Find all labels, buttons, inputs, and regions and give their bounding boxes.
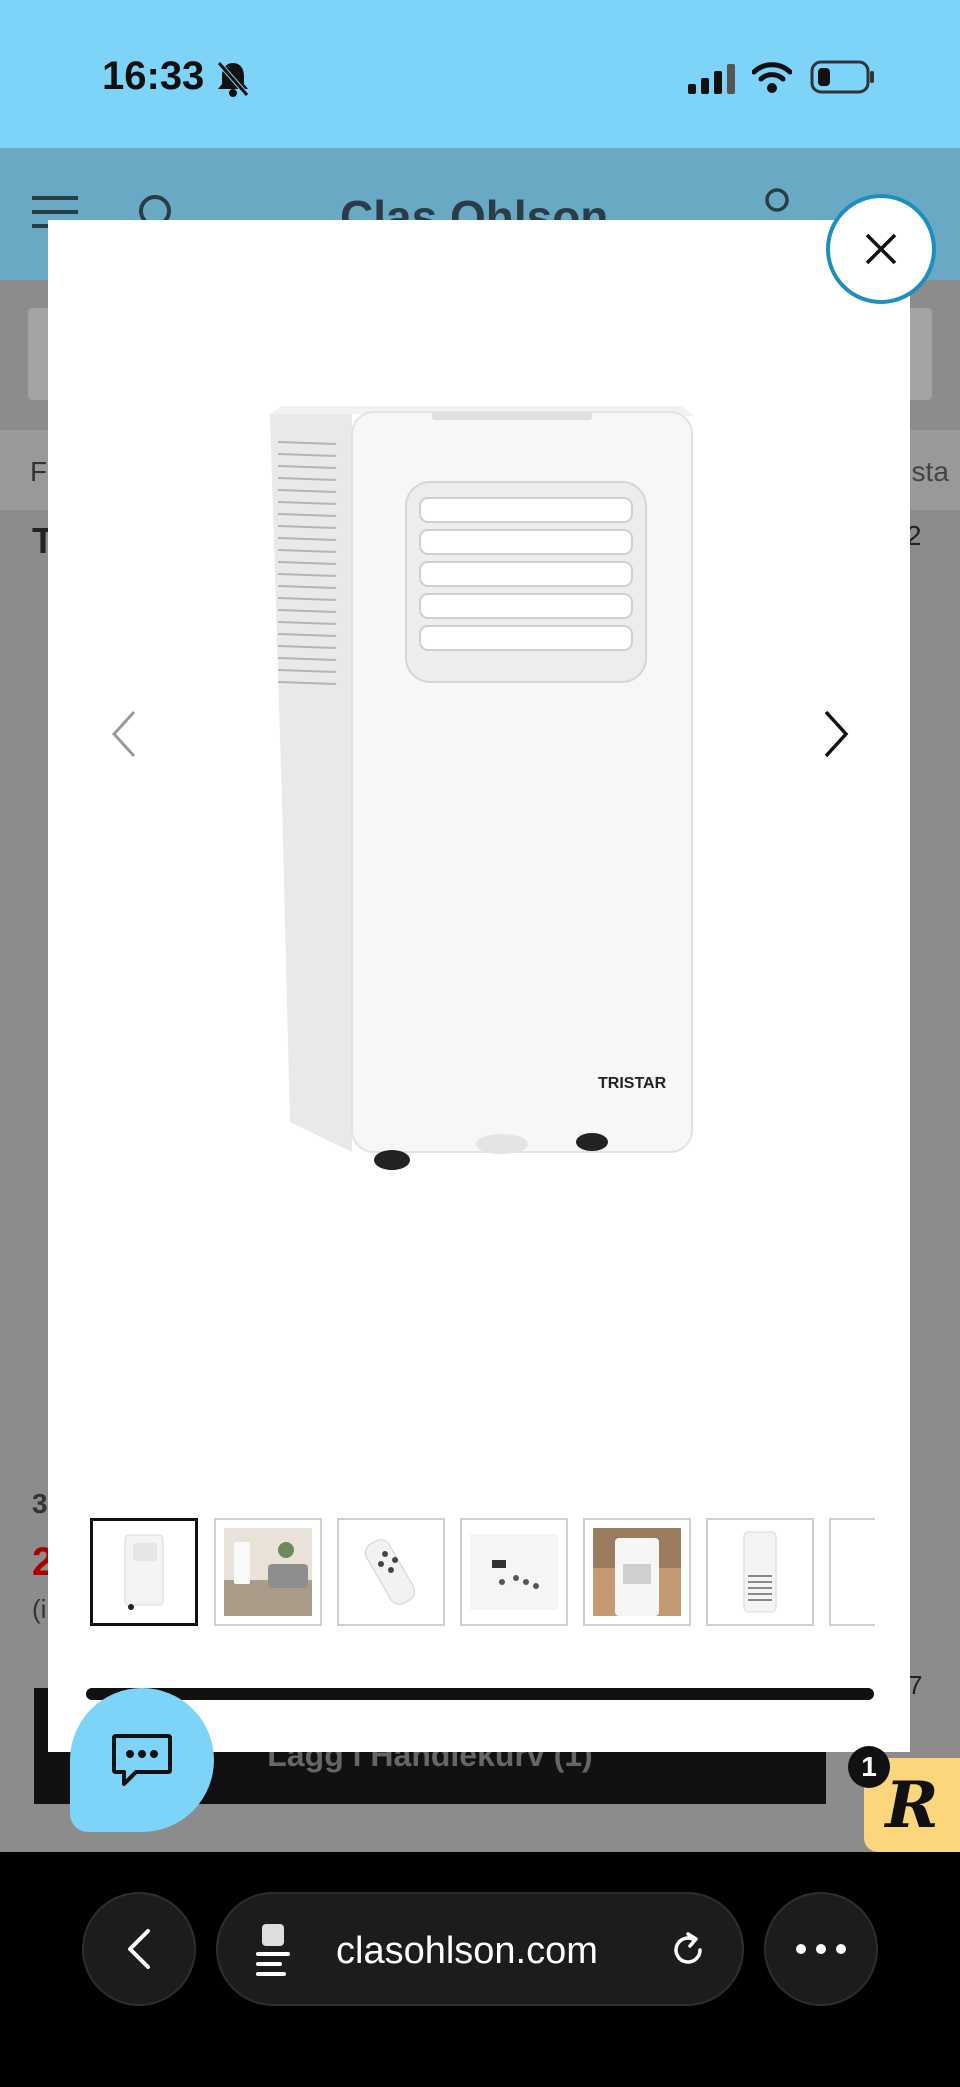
breadcrumb-left-fragment: F [30, 456, 48, 487]
status-time: 16:33 [102, 54, 205, 98]
thumbnail-rear-unit-image [743, 1531, 777, 1613]
thumbnail-7[interactable] [829, 1518, 875, 1626]
previous-image-arrow-icon[interactable] [104, 704, 144, 764]
chat-bubble-icon [112, 1734, 172, 1786]
thumbnail-2[interactable] [214, 1518, 322, 1626]
chevron-left-icon [128, 1929, 150, 1969]
battery-icon [810, 60, 874, 94]
thumbnail-unit-in-room-image [593, 1528, 681, 1616]
stock-count-fragment: 7 [908, 1670, 923, 1700]
product-image-air-conditioner: TRISTAR [270, 406, 694, 1170]
reload-icon[interactable] [666, 1928, 710, 1972]
thumbnail-3[interactable] [337, 1518, 445, 1626]
thumbnail-6[interactable] [706, 1518, 814, 1626]
thumbnail-1[interactable] [90, 1518, 198, 1626]
wifi-icon [752, 62, 792, 93]
browser-more-button[interactable] [764, 1892, 878, 2006]
close-icon [865, 233, 897, 265]
thumbnail-5[interactable] [583, 1518, 691, 1626]
address-bar[interactable]: clasohlson.com [216, 1892, 744, 2006]
browser-back-button[interactable] [82, 1892, 196, 2006]
thumbnail-control-panel-image [470, 1534, 558, 1610]
close-button[interactable] [826, 194, 936, 304]
thumbnail-living-room-image [224, 1528, 312, 1616]
page-extension-icon[interactable] [254, 1922, 294, 1978]
thumbnail-4[interactable] [460, 1518, 568, 1626]
next-image-arrow-icon[interactable] [816, 704, 856, 764]
price-note-fragment: (i [32, 1594, 47, 1624]
bell-muted-icon [217, 61, 249, 97]
more-dot-icon [816, 1944, 826, 1954]
price-prefix-fragment: 3 [32, 1488, 48, 1519]
chat-button[interactable] [70, 1688, 214, 1832]
address-text: clasohlson.com [336, 1930, 598, 1972]
product-brand-label: TRISTAR [598, 1075, 667, 1092]
thumbnail-remote-control-image [364, 1539, 416, 1605]
rewards-count-badge: 1 [848, 1746, 890, 1788]
rewards-letter: R [885, 1767, 939, 1843]
cellular-signal-icon [688, 64, 735, 94]
gallery-scroll-progress-fill [86, 1688, 874, 1700]
gallery-scroll-progress[interactable] [86, 1688, 874, 1700]
status-bar: 16:33 [0, 0, 960, 148]
more-dot-icon [796, 1944, 806, 1954]
thumbnail-air-conditioner-image [124, 1534, 164, 1610]
more-dot-icon [836, 1944, 846, 1954]
